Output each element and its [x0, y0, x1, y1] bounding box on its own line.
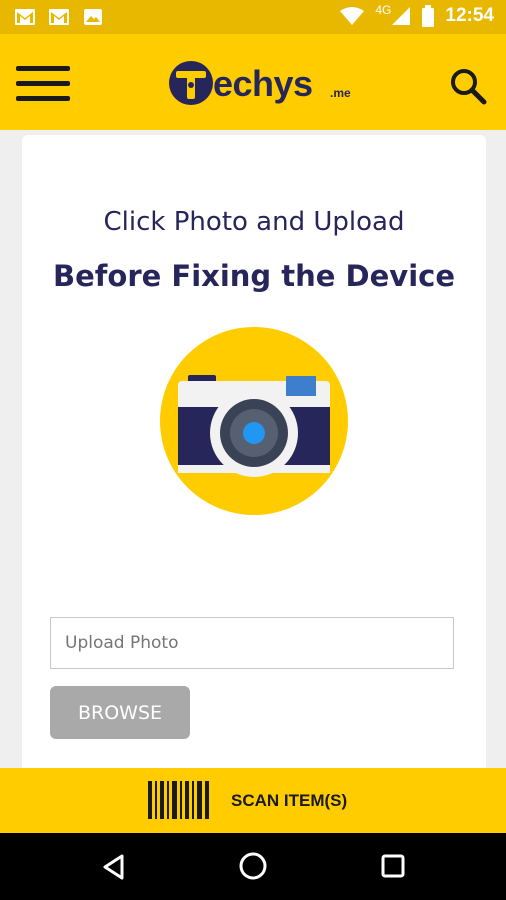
logo-suffix: .me — [330, 86, 351, 100]
upload-photo-input[interactable] — [50, 617, 454, 669]
barcode-icon — [148, 781, 209, 819]
network-type-label: 4G — [375, 3, 392, 17]
search-icon[interactable] — [448, 66, 488, 106]
signal-icon — [392, 7, 411, 25]
recent-apps-icon[interactable] — [380, 853, 406, 879]
techys-logo: echys .me — [168, 56, 358, 112]
camera-icon — [160, 327, 348, 515]
scan-items-label: SCAN ITEM(S) — [231, 791, 348, 810]
clock: 12:54 — [445, 5, 494, 26]
battery-icon — [422, 5, 435, 27]
wifi-icon — [340, 7, 365, 25]
upload-heading: Before Fixing the Device — [53, 259, 455, 293]
system-indicators: 4G 12:54 — [339, 3, 494, 27]
home-icon[interactable] — [238, 851, 268, 881]
notification-icons — [14, 7, 104, 27]
image-icon — [84, 9, 102, 25]
system-nav-bar — [0, 833, 506, 900]
gmail-icon — [49, 9, 69, 25]
app-bar: echys .me — [0, 34, 506, 130]
logo-mark-icon — [169, 61, 213, 105]
scan-items-bar[interactable]: SCAN ITEM(S) — [0, 768, 506, 833]
back-icon[interactable] — [100, 853, 128, 881]
logo-text: echys — [213, 63, 313, 104]
upload-instruction: Click Photo and Upload — [103, 207, 405, 237]
hamburger-menu-icon[interactable] — [16, 66, 70, 102]
status-bar: 4G 12:54 — [0, 0, 506, 34]
upload-card: Click Photo and Upload Before Fixing the… — [22, 135, 486, 775]
browse-button[interactable]: BROWSE — [50, 686, 190, 739]
gmail-icon — [15, 9, 35, 25]
